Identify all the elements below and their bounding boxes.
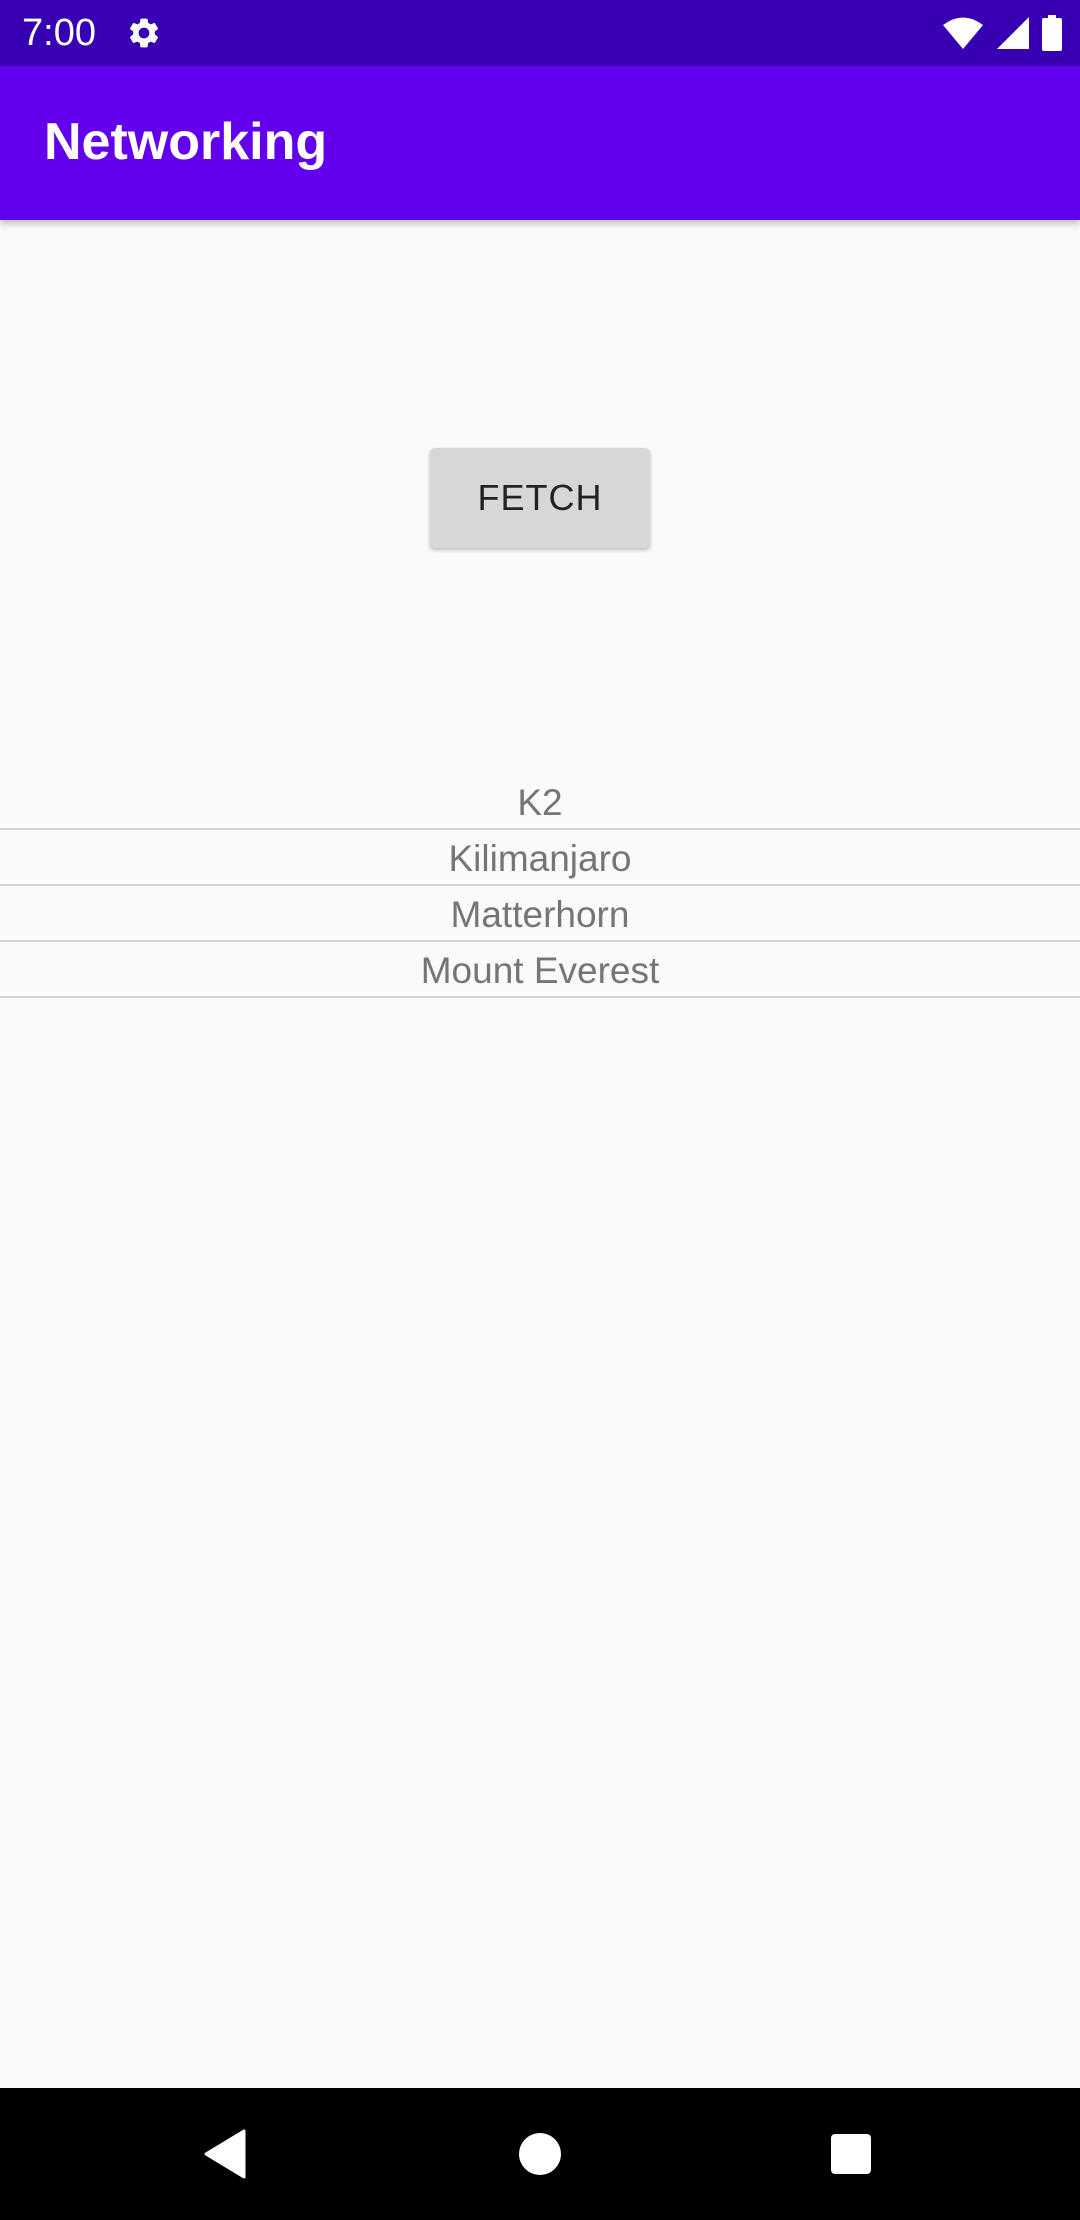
list-item[interactable]: Matterhorn	[0, 886, 1080, 942]
fetch-button[interactable]: FETCH	[430, 448, 650, 548]
recents-icon[interactable]	[830, 2133, 872, 2175]
battery-icon	[1042, 15, 1062, 51]
list-item[interactable]: Mount Everest	[0, 942, 1080, 998]
status-bar: 7:00	[0, 0, 1080, 66]
home-icon[interactable]	[518, 2132, 562, 2176]
app-bar: Networking	[0, 66, 1080, 220]
mountain-list: K2 Kilimanjaro Matterhorn Mount Everest	[0, 774, 1080, 998]
list-item[interactable]: K2	[0, 774, 1080, 830]
settings-gear-icon	[129, 18, 159, 48]
back-icon[interactable]	[204, 2129, 248, 2179]
navigation-bar	[0, 2088, 1080, 2220]
list-item[interactable]: Kilimanjaro	[0, 830, 1080, 886]
app-title: Networking	[44, 113, 328, 171]
cell-signal-icon	[997, 17, 1029, 49]
status-icons	[942, 14, 1062, 52]
wifi-icon	[943, 17, 983, 49]
status-time: 7:00	[22, 12, 96, 54]
